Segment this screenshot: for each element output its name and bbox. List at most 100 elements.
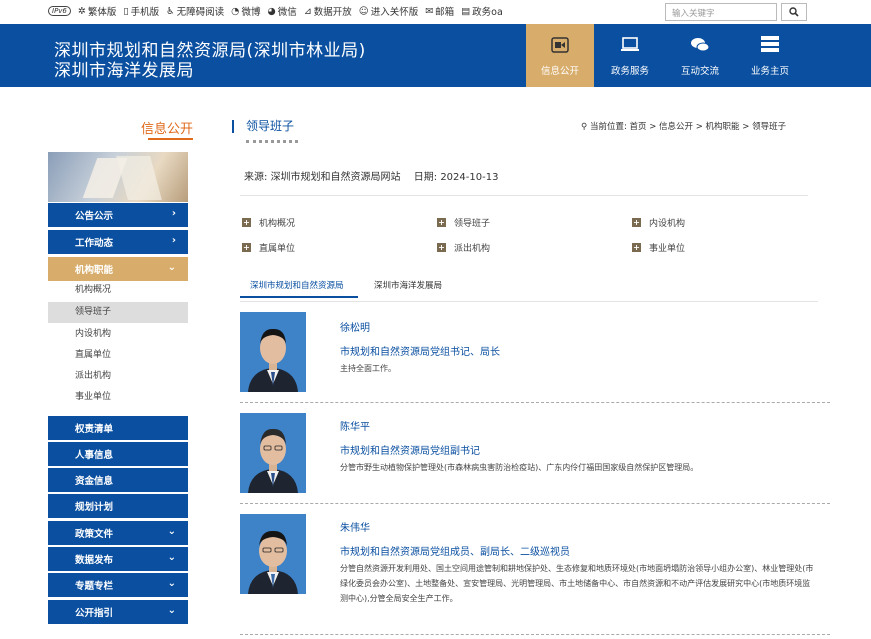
nav-gov-service[interactable]: 政务服务 (596, 24, 664, 87)
sidebar-menu-org-functions[interactable]: 机构职能 ⌄ (48, 257, 188, 281)
leader-photo (240, 413, 306, 493)
plus-icon: + (437, 218, 446, 227)
plus-icon: + (632, 243, 641, 252)
sidebar-sub-overview[interactable]: 机构概况 (48, 280, 188, 301)
accessibility-icon: ♿ (166, 5, 175, 17)
sidebar-sub-public-units[interactable]: 事业单位 (48, 387, 188, 408)
sidebar-menu-policy[interactable]: 政策文件 ⌄ (48, 521, 188, 545)
leader-photo (240, 514, 306, 594)
sidebar-sub-internal[interactable]: 内设机构 (48, 324, 188, 345)
leader-position: 市规划和自然资源局党组副书记 (340, 446, 480, 457)
breadcrumb: ⚲ 当前位置: 首页 > 信息公开 > 机构职能 > 领导班子 (581, 122, 787, 132)
sidebar-menu-work-news[interactable]: 工作动态 › (48, 230, 188, 254)
leader-card: 陈华平 市规划和自然资源局党组副书记 分管市野生动植物保护管理处(市森林病虫害防… (240, 413, 830, 508)
leader-divider (240, 402, 830, 403)
tab-planning-bureau[interactable]: 深圳市规划和自然资源局 (250, 279, 344, 291)
sidebar-banner-image (48, 152, 188, 202)
plus-icon: + (632, 218, 641, 227)
server-icon (761, 36, 779, 52)
chevron-right-icon: › (171, 235, 176, 246)
chevron-down-icon: ⌄ (167, 262, 176, 273)
video-icon (551, 37, 569, 53)
plus-icon: + (242, 243, 251, 252)
divider (240, 195, 808, 196)
link-direct[interactable]: + 直属单位 (242, 241, 295, 254)
leader-divider (240, 634, 830, 635)
leader-card: 朱伟华 市规划和自然资源局党组成员、副局长、二级巡视员 分管自然资源开发利用处、… (240, 514, 830, 636)
accessibility-link[interactable]: ♿ 无障碍阅读 (166, 4, 224, 19)
wechat-link[interactable]: ◕ 微信 (267, 4, 296, 19)
leader-duty: 分管市野生动植物保护管理处(市森林病虫害防治检疫站)、广东内伶仃福田国家级自然保… (340, 463, 699, 472)
chevron-down-icon: ⌄ (167, 526, 176, 537)
care-icon: ☺ (358, 5, 369, 17)
utility-links: IPv6 ✲ 繁体版 ▯ 手机版 ♿ 无障碍阅读 ◔ 微博 ◕ 微信 ⊿ 数据开放 ☺ 进入关… (48, 4, 503, 18)
oa-link[interactable]: ▤ 政务oa (461, 4, 503, 19)
search-button[interactable] (781, 3, 807, 21)
sidebar-menu-guide[interactable]: 公开指引 ⌄ (48, 600, 188, 624)
plus-icon: + (242, 218, 251, 227)
sidebar-menu-plans[interactable]: 规划计划 (48, 494, 188, 518)
site-header: 深圳市规划和自然资源局(深圳市林业局) 深圳市海洋发展局 信息公开 政务服务 互… (0, 24, 871, 87)
leader-position: 市规划和自然资源局党组成员、副局长、二级巡视员 (340, 547, 570, 558)
link-internal[interactable]: + 内设机构 (632, 216, 685, 229)
plus-icon: + (437, 243, 446, 252)
leader-name: 朱伟华 (340, 523, 370, 534)
link-public-units[interactable]: + 事业单位 (632, 241, 685, 254)
link-overview[interactable]: + 机构概况 (242, 216, 295, 229)
sidebar-menu-power-list[interactable]: 权责清单 (48, 416, 188, 440)
leader-duty: 主持全面工作。 (340, 364, 396, 373)
page-title: 领导班子 (232, 120, 294, 133)
source-info: 来源: 深圳市规划和自然资源局网站 日期: 2024-10-13 (244, 172, 499, 183)
link-leadership[interactable]: + 领导班子 (437, 216, 490, 229)
weibo-link[interactable]: ◔ 微博 (231, 4, 260, 19)
tab-divider (240, 301, 818, 302)
chart-icon: ⊿ (303, 5, 312, 17)
mail-link[interactable]: ✉ 邮箱 (425, 4, 454, 19)
sidebar-menu-data-release[interactable]: 数据发布 ⌄ (48, 547, 188, 571)
leader-divider (240, 503, 830, 504)
search-input[interactable]: 输入关键字 (665, 3, 777, 21)
top-utility-bar: IPv6 ✲ 繁体版 ▯ 手机版 ♿ 无障碍阅读 ◔ 微博 ◕ 微信 ⊿ 数据开放 ☺ 进入关… (0, 0, 871, 24)
leader-card: 徐松明 市规划和自然资源局党组书记、局长 主持全面工作。 (240, 312, 830, 407)
active-tab-indicator (240, 296, 358, 298)
link-dispatched[interactable]: + 派出机构 (437, 241, 490, 254)
laptop-icon (621, 37, 639, 51)
title-decoration (246, 140, 298, 144)
location-pin-icon: ⚲ (581, 122, 590, 132)
sidebar-menu-personnel[interactable]: 人事信息 (48, 442, 188, 466)
sidebar-menu-topics[interactable]: 专题专栏 ⌄ (48, 573, 188, 597)
tab-ocean-bureau[interactable]: 深圳市海洋发展局 (374, 279, 442, 291)
mobile-link[interactable]: ▯ 手机版 (123, 4, 159, 19)
wechat-icon: ◕ (267, 5, 276, 17)
sidebar-sub-leadership[interactable]: 领导班子 (48, 302, 188, 323)
sidebar-sub-dispatched[interactable]: 派出机构 (48, 366, 188, 387)
nav-business-home[interactable]: 业务主页 (736, 24, 804, 87)
oa-icon: ▤ (461, 5, 471, 17)
mobile-icon: ▯ (123, 5, 129, 17)
sidebar-title-underline (148, 138, 193, 140)
chevron-down-icon: ⌄ (167, 605, 176, 616)
leader-name: 陈华平 (340, 422, 370, 433)
mail-icon: ✉ (425, 5, 434, 17)
gear-icon: ✲ (77, 5, 86, 17)
data-open-link[interactable]: ⊿ 数据开放 (303, 4, 352, 19)
nav-interaction[interactable]: 互动交流 (666, 24, 734, 87)
care-version-link[interactable]: ☺ 进入关怀版 (358, 4, 418, 19)
leader-name: 徐松明 (340, 323, 370, 334)
nav-info-open[interactable]: 信息公开 (526, 24, 594, 87)
leader-duty: 分管自然资源开发利用处、国土空间用途管制和耕地保护处、生态修复和地质环境处(市地… (340, 564, 814, 603)
chevron-down-icon: ⌄ (167, 552, 176, 563)
chevron-down-icon: ⌄ (167, 578, 176, 589)
sidebar-sub-direct[interactable]: 直属单位 (48, 345, 188, 366)
search-icon (789, 7, 799, 17)
leader-photo (240, 312, 306, 392)
leader-position: 市规划和自然资源局党组书记、局长 (340, 347, 500, 358)
sidebar-menu-funds[interactable]: 资金信息 (48, 468, 188, 492)
site-title-line2: 深圳市海洋发展局 (54, 61, 194, 81)
ipv6-badge: IPv6 (48, 4, 71, 18)
chevron-right-icon: › (171, 208, 176, 219)
sidebar-menu-announcements[interactable]: 公告公示 › (48, 203, 188, 227)
traditional-link[interactable]: ✲ 繁体版 (77, 4, 116, 19)
weibo-icon: ◔ (231, 5, 240, 17)
chat-icon (691, 38, 710, 52)
